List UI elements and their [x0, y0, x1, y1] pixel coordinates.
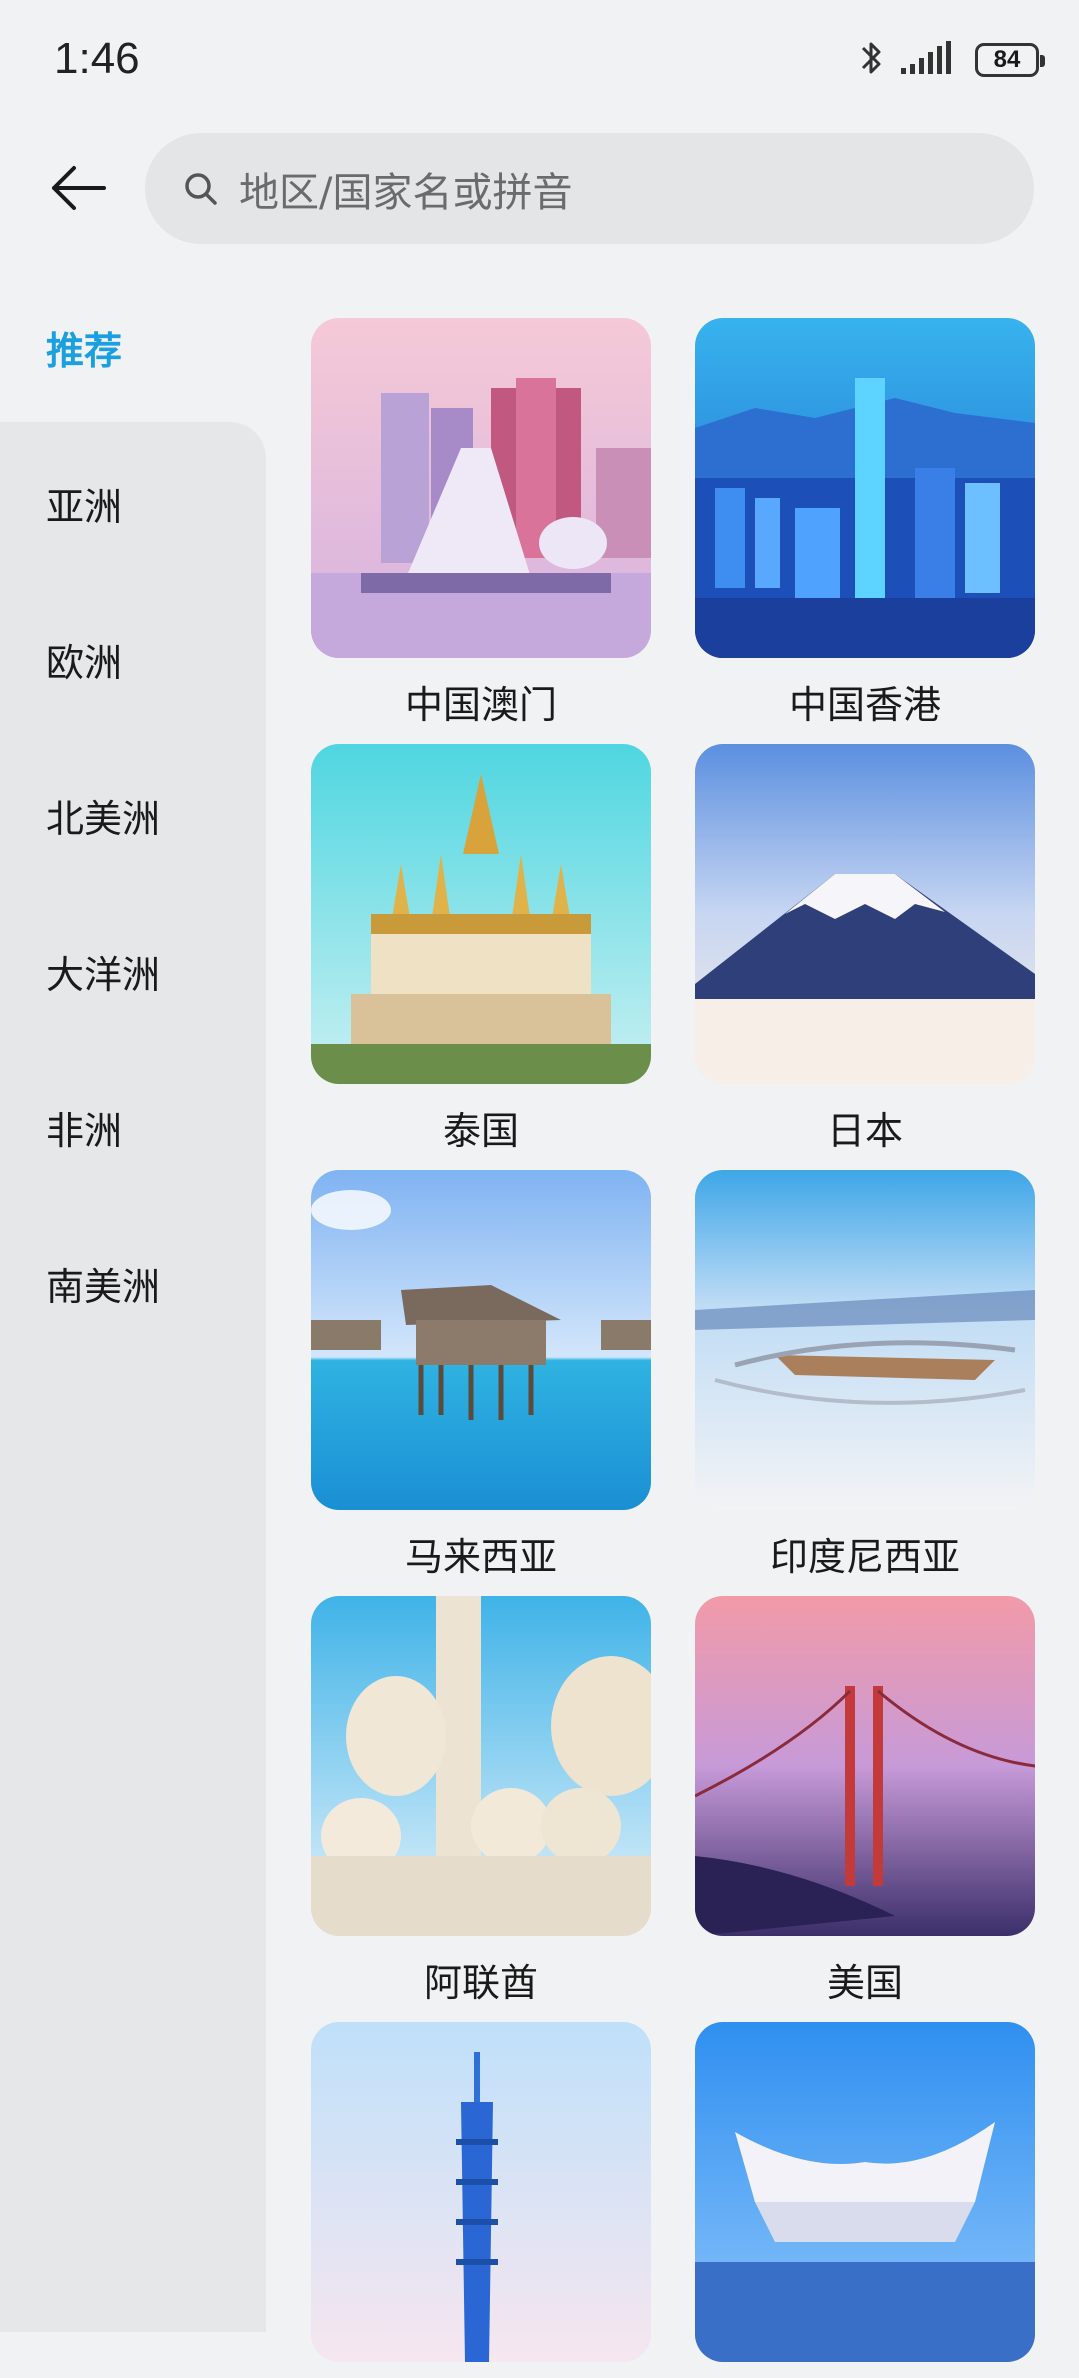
- destination-label: 泰国: [442, 1109, 519, 1153]
- destination-card-uae[interactable]: 阿联酋: [311, 1596, 651, 2007]
- sidebar-item-africa[interactable]: 非洲: [46, 1100, 122, 1155]
- singapore-image: [695, 2022, 1035, 2362]
- thailand-image: [311, 744, 651, 1084]
- malaysia-image: [311, 1170, 651, 1510]
- signal-icon: [899, 40, 961, 80]
- destination-card-usa[interactable]: 美国: [695, 1596, 1035, 2007]
- japan-image: [695, 744, 1035, 1084]
- status-bar: 1:46 84: [0, 0, 1079, 120]
- battery-icon: 84: [975, 43, 1045, 77]
- destination-card-japan[interactable]: 日本: [695, 744, 1035, 1155]
- sidebar-item-asia[interactable]: 亚洲: [46, 476, 122, 531]
- back-button[interactable]: [40, 150, 116, 226]
- destination-label: 日本: [826, 1109, 903, 1153]
- status-icons: 84: [857, 38, 1045, 82]
- arrow-left-icon: [52, 166, 106, 210]
- status-time: 1:46: [54, 34, 140, 83]
- sidebar-panel: [0, 422, 266, 2332]
- region-sidebar: 推荐 亚洲 欧洲 北美洲 大洋洲 非洲 南美洲: [0, 290, 266, 2332]
- destination-label: 中国澳门: [404, 683, 557, 727]
- header: 地区/国家名或拼音: [0, 130, 1079, 250]
- search-input[interactable]: 地区/国家名或拼音: [145, 133, 1034, 244]
- hong-kong-image: [695, 318, 1035, 658]
- destination-label: 阿联酋: [423, 1961, 538, 2005]
- search-placeholder: 地区/国家名或拼音: [239, 169, 573, 216]
- destination-card-taipei[interactable]: [311, 2022, 651, 2378]
- destination-card-singapore[interactable]: [695, 2022, 1035, 2378]
- destination-card-hong-kong[interactable]: 中国香港: [695, 318, 1035, 729]
- sidebar-item-europe[interactable]: 欧洲: [46, 632, 122, 687]
- taipei-image: [311, 2022, 651, 2362]
- sidebar-item-recommended[interactable]: 推荐: [46, 320, 122, 375]
- destination-card-macau[interactable]: 中国澳门: [311, 318, 651, 729]
- usa-image: [695, 1596, 1035, 1936]
- indonesia-image: [695, 1170, 1035, 1510]
- sidebar-item-north-america[interactable]: 北美洲: [46, 788, 160, 843]
- sidebar-item-south-america[interactable]: 南美洲: [46, 1256, 160, 1311]
- destination-card-indonesia[interactable]: 印度尼西亚: [695, 1170, 1035, 1581]
- destination-label: 马来西亚: [404, 1535, 557, 1579]
- destination-label: 印度尼西亚: [769, 1535, 960, 1579]
- destination-label: 中国香港: [788, 683, 941, 727]
- search-icon: [185, 172, 217, 205]
- destination-label: 美国: [826, 1961, 903, 2005]
- sidebar-item-oceania[interactable]: 大洋洲: [46, 944, 160, 999]
- destination-card-malaysia[interactable]: 马来西亚: [311, 1170, 651, 1581]
- uae-image: [311, 1596, 651, 1936]
- bluetooth-icon: [857, 38, 885, 82]
- macau-image: [311, 318, 651, 658]
- destination-card-thailand[interactable]: 泰国: [311, 744, 651, 1155]
